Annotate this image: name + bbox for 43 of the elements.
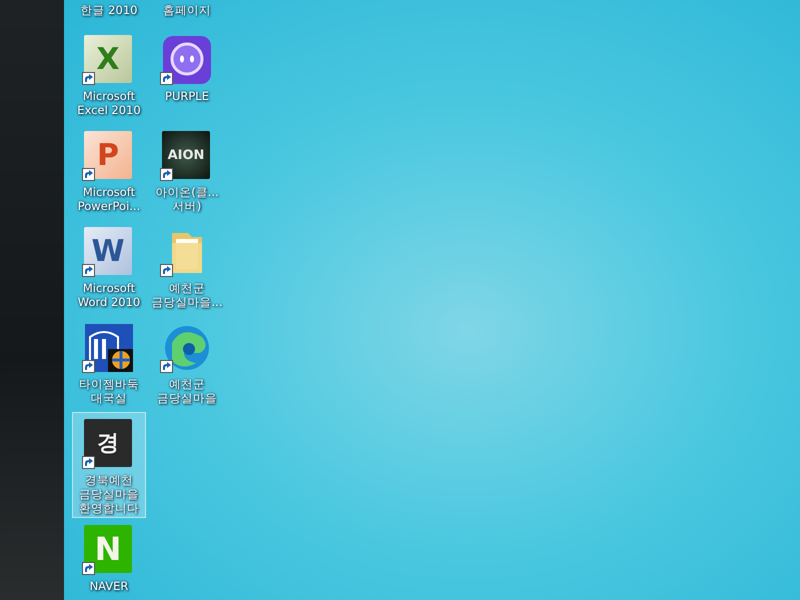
- shortcut-label: NAVER: [90, 579, 128, 593]
- shortcut-label: 홈페이지: [163, 3, 211, 17]
- shortcut-arrow-icon: [82, 562, 95, 575]
- shortcut-label: 경북예천 금당실마을 환영합니다: [79, 473, 139, 515]
- building-board-icon: [84, 323, 134, 373]
- shortcut-label: 예천군 금당실마을: [157, 377, 217, 405]
- shortcut-label: 타이젬바둑 대국실: [79, 377, 139, 405]
- mascot-app-icon: [162, 35, 212, 85]
- shortcut-label: Microsoft Excel 2010: [77, 89, 141, 117]
- shortcut-arrow-icon: [82, 264, 95, 277]
- shortcut-arrow-icon: [82, 360, 95, 373]
- shortcut-arrow-icon: [82, 72, 95, 85]
- document-icon: W: [84, 227, 132, 275]
- shortcut-arrow-icon: [160, 360, 173, 373]
- desktop-shortcut[interactable]: P Microsoft PowerPoi...: [72, 124, 146, 216]
- spreadsheet-icon: X: [84, 35, 132, 83]
- portal-icon: N: [84, 525, 132, 573]
- shortcut-label: 한글 2010: [80, 3, 138, 17]
- desktop-shortcut[interactable]: X Microsoft Excel 2010: [72, 28, 146, 120]
- shortcut-label: Microsoft Word 2010: [78, 281, 140, 309]
- shortcut-arrow-icon: [160, 264, 173, 277]
- desktop-shortcut[interactable]: 한글 2010: [72, 0, 146, 20]
- shortcut-label: Microsoft PowerPoi...: [78, 185, 140, 213]
- desktop-shortcut[interactable]: 홈페이지: [150, 0, 224, 20]
- browser-swirl-icon: [162, 323, 212, 373]
- shortcut-arrow-icon: [160, 168, 173, 181]
- desktop-shortcut[interactable]: N NAVER: [72, 518, 146, 596]
- desktop-shortcut[interactable]: 예천군 금당실마을: [150, 316, 224, 408]
- shortcut-label: PURPLE: [165, 89, 209, 103]
- slides-icon: P: [84, 131, 132, 179]
- shortcut-label: 아이온(클... 서버): [155, 185, 219, 213]
- shortcut-label: 예천군 금당실마을...: [152, 281, 222, 309]
- game-icon: AION: [162, 131, 210, 179]
- desktop-shortcut[interactable]: W Microsoft Word 2010: [72, 220, 146, 312]
- shortcut-arrow-icon: [82, 168, 95, 181]
- desktop-shortcut[interactable]: 예천군 금당실마을...: [150, 220, 224, 312]
- shortcut-arrow-icon: [160, 72, 173, 85]
- shortcut-arrow-icon: [82, 456, 95, 469]
- desktop-shortcut[interactable]: PURPLE: [150, 28, 224, 106]
- desktop-shortcut[interactable]: 경 경북예천 금당실마을 환영합니다: [72, 412, 146, 518]
- desktop-shortcut[interactable]: 타이젬바둑 대국실: [72, 316, 146, 408]
- letter-tile-icon: 경: [84, 419, 132, 467]
- desktop-shortcut[interactable]: AION 아이온(클... 서버): [150, 124, 224, 216]
